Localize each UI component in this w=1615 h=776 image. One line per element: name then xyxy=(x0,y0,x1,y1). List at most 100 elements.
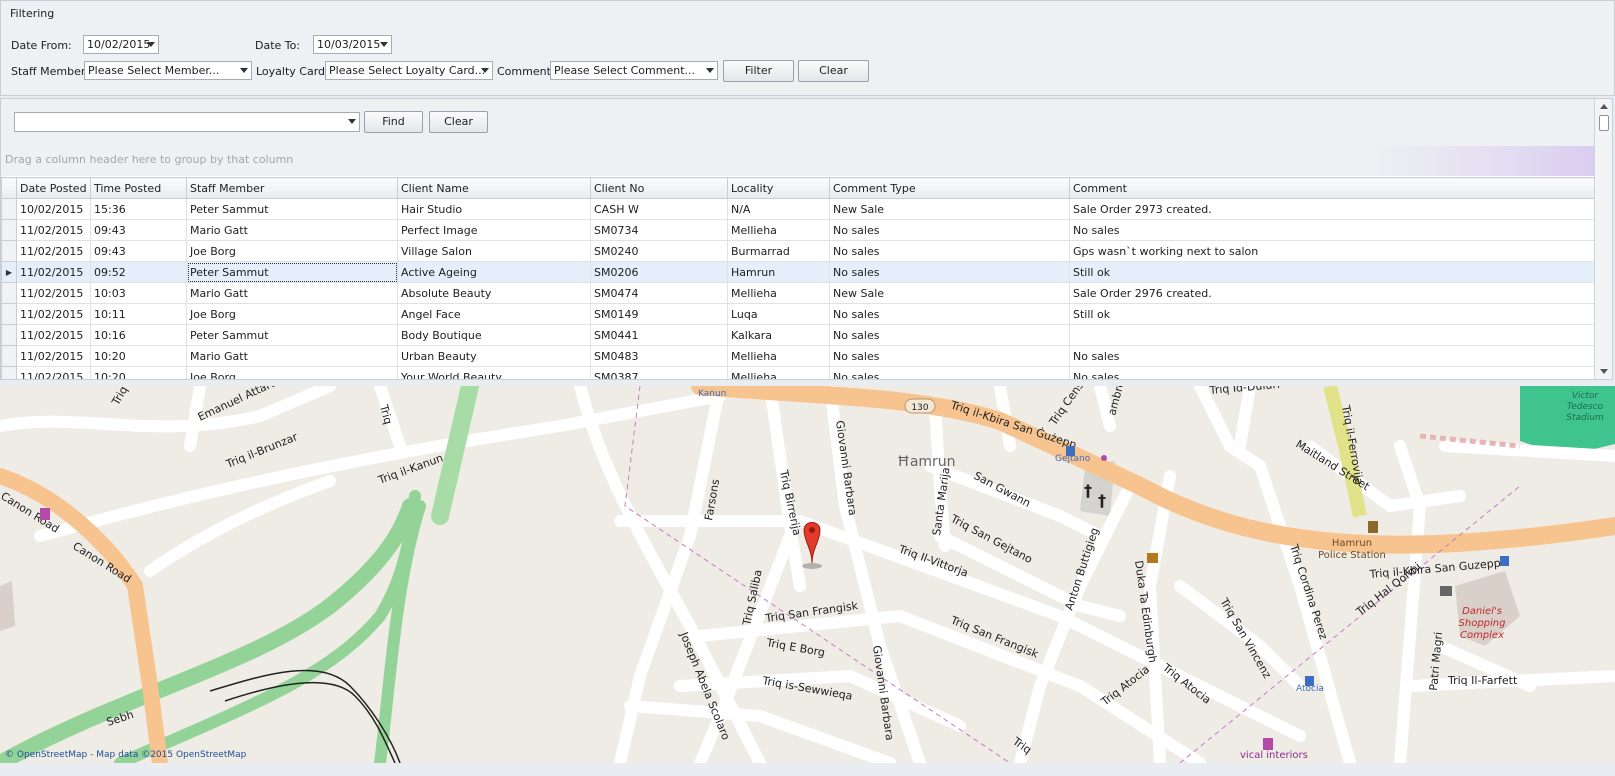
column-header[interactable]: Locality xyxy=(727,177,830,199)
table-cell[interactable]: 10:16 xyxy=(90,324,187,346)
row-indicator[interactable] xyxy=(1,303,17,325)
table-cell[interactable]: Joe Borg xyxy=(186,303,398,325)
table-cell[interactable]: SM0474 xyxy=(590,282,728,304)
table-cell[interactable]: Hamrun xyxy=(727,261,830,283)
table-cell[interactable]: No sales xyxy=(1069,345,1596,367)
row-indicator[interactable] xyxy=(1,219,17,241)
table-cell[interactable]: Body Boutique xyxy=(397,324,591,346)
table-cell[interactable]: 11/02/2015 xyxy=(16,219,91,241)
table-cell[interactable]: 10:20 xyxy=(90,366,187,379)
column-header[interactable]: Comment Type xyxy=(829,177,1070,199)
date-to-picker[interactable]: 10/03/2015 xyxy=(313,35,392,54)
table-cell[interactable]: 10:11 xyxy=(90,303,187,325)
column-header[interactable]: Staff Member xyxy=(186,177,398,199)
table-cell[interactable]: SM0387 xyxy=(590,366,728,379)
table-cell[interactable]: Still ok xyxy=(1069,303,1596,325)
table-cell[interactable]: New Sale xyxy=(829,282,1070,304)
table-cell[interactable]: Mellieha xyxy=(727,219,830,241)
table-cell[interactable]: No sales xyxy=(1069,366,1596,379)
table-cell[interactable]: No sales xyxy=(829,240,1070,262)
table-cell[interactable]: Joe Borg xyxy=(186,240,398,262)
table-cell[interactable]: 11/02/2015 xyxy=(16,324,91,346)
table-cell[interactable]: 09:43 xyxy=(90,219,187,241)
table-cell[interactable]: 11/02/2015 xyxy=(16,366,91,379)
table-cell[interactable]: SM0483 xyxy=(590,345,728,367)
column-header[interactable]: Time Posted xyxy=(90,177,187,199)
row-indicator[interactable] xyxy=(1,366,17,379)
table-cell[interactable]: No sales xyxy=(829,219,1070,241)
table-cell[interactable]: Mario Gatt xyxy=(186,345,398,367)
table-cell[interactable]: Still ok xyxy=(1069,261,1596,283)
table-cell[interactable]: Mellieha xyxy=(727,366,830,379)
table-cell[interactable]: Mellieha xyxy=(727,345,830,367)
staff-member-select[interactable]: Please Select Member... xyxy=(84,61,252,80)
table-cell[interactable]: Hair Studio xyxy=(397,198,591,220)
table-cell[interactable]: No sales xyxy=(829,303,1070,325)
table-cell[interactable]: No sales xyxy=(829,324,1070,346)
table-cell[interactable]: 09:52 xyxy=(90,261,187,283)
table-cell[interactable]: SM0441 xyxy=(590,324,728,346)
comment-select[interactable]: Please Select Comment... xyxy=(550,61,718,80)
table-cell[interactable]: No sales xyxy=(1069,219,1596,241)
table-cell[interactable]: 15:36 xyxy=(90,198,187,220)
clear-search-button[interactable]: Clear xyxy=(429,111,488,133)
street-map[interactable]: 130 Triq il-Kbira San Ġużepp Triq il-Kbi… xyxy=(0,386,1615,763)
table-cell[interactable]: Peter Sammut xyxy=(186,324,398,346)
table-row[interactable]: 10/02/2015 15:36 Peter Sammut Hair Studio CA… xyxy=(1,198,1596,220)
table-cell[interactable]: SM0240 xyxy=(590,240,728,262)
find-button[interactable]: Find xyxy=(364,111,423,133)
table-cell[interactable]: 10:20 xyxy=(90,345,187,367)
table-cell[interactable]: No sales xyxy=(829,261,1070,283)
table-row[interactable]: 11/02/2015 10:11 Joe Borg Angel Face SM0149 L… xyxy=(1,303,1596,325)
table-cell[interactable]: 10/02/2015 xyxy=(16,198,91,220)
row-indicator-icon[interactable]: ▶ xyxy=(1,261,17,283)
table-cell[interactable]: Mario Gatt xyxy=(186,219,398,241)
table-cell[interactable]: Angel Face xyxy=(397,303,591,325)
scroll-down-icon[interactable] xyxy=(1600,369,1608,374)
table-cell[interactable]: Sale Order 2973 created. xyxy=(1069,198,1596,220)
column-header[interactable]: Comment xyxy=(1069,177,1596,199)
table-cell[interactable]: Burmarrad xyxy=(727,240,830,262)
group-by-area[interactable]: Drag a column header here to group by th… xyxy=(1,146,1596,176)
table-cell[interactable]: N/A xyxy=(727,198,830,220)
table-cell[interactable]: No sales xyxy=(829,345,1070,367)
table-cell[interactable]: Active Ageing xyxy=(397,261,591,283)
table-cell[interactable]: SM0149 xyxy=(590,303,728,325)
table-row[interactable]: 11/02/2015 10:03 Mario Gatt Absolute Beauty… xyxy=(1,282,1596,304)
map-attribution[interactable]: © OpenStreetMap - Map data ©2015 OpenStr… xyxy=(5,750,246,760)
table-row[interactable]: ▶ 11/02/2015 09:52 Peter Sammut Active Agein… xyxy=(1,261,1596,283)
table-cell[interactable]: Mellieha xyxy=(727,282,830,304)
table-cell[interactable]: 11/02/2015 xyxy=(16,282,91,304)
row-indicator[interactable] xyxy=(1,240,17,262)
table-cell[interactable]: Joe Borg xyxy=(186,366,398,379)
table-cell[interactable]: SM0206 xyxy=(590,261,728,283)
filter-button[interactable]: Filter xyxy=(723,60,794,82)
row-indicator[interactable] xyxy=(1,345,17,367)
table-cell[interactable]: Absolute Beauty xyxy=(397,282,591,304)
table-row[interactable]: 11/02/2015 09:43 Mario Gatt Perfect Image SM… xyxy=(1,219,1596,241)
table-cell[interactable]: 11/02/2015 xyxy=(16,303,91,325)
table-cell[interactable]: SM0734 xyxy=(590,219,728,241)
vertical-scrollbar[interactable] xyxy=(1594,99,1612,379)
table-cell[interactable]: Your World Beauty xyxy=(397,366,591,379)
scroll-up-icon[interactable] xyxy=(1600,104,1608,109)
table-cell[interactable]: Peter Sammut xyxy=(186,198,398,220)
loyalty-card-select[interactable]: Please Select Loyalty Card... xyxy=(325,61,493,80)
table-cell[interactable]: 11/02/2015 xyxy=(16,240,91,262)
table-cell[interactable]: New Sale xyxy=(829,198,1070,220)
table-row[interactable]: 11/02/2015 10:20 Joe Borg Your World Beauty… xyxy=(1,366,1596,379)
table-row[interactable]: 11/02/2015 10:16 Peter Sammut Body Boutique… xyxy=(1,324,1596,346)
column-header[interactable]: Client No xyxy=(590,177,728,199)
table-cell[interactable]: Urban Beauty xyxy=(397,345,591,367)
row-indicator[interactable] xyxy=(1,324,17,346)
table-cell[interactable]: 11/02/2015 xyxy=(16,261,91,283)
column-header[interactable]: Client Name xyxy=(397,177,591,199)
table-cell[interactable]: 09:43 xyxy=(90,240,187,262)
table-row[interactable]: 11/02/2015 10:20 Mario Gatt Urban Beauty SM0… xyxy=(1,345,1596,367)
table-cell[interactable]: Sale Order 2976 created. xyxy=(1069,282,1596,304)
table-cell[interactable]: Village Salon xyxy=(397,240,591,262)
table-cell[interactable]: Peter Sammut xyxy=(186,261,398,283)
table-cell[interactable]: Gps wasn`t working next to salon xyxy=(1069,240,1596,262)
table-cell[interactable]: Perfect Image xyxy=(397,219,591,241)
table-cell[interactable]: 10:03 xyxy=(90,282,187,304)
